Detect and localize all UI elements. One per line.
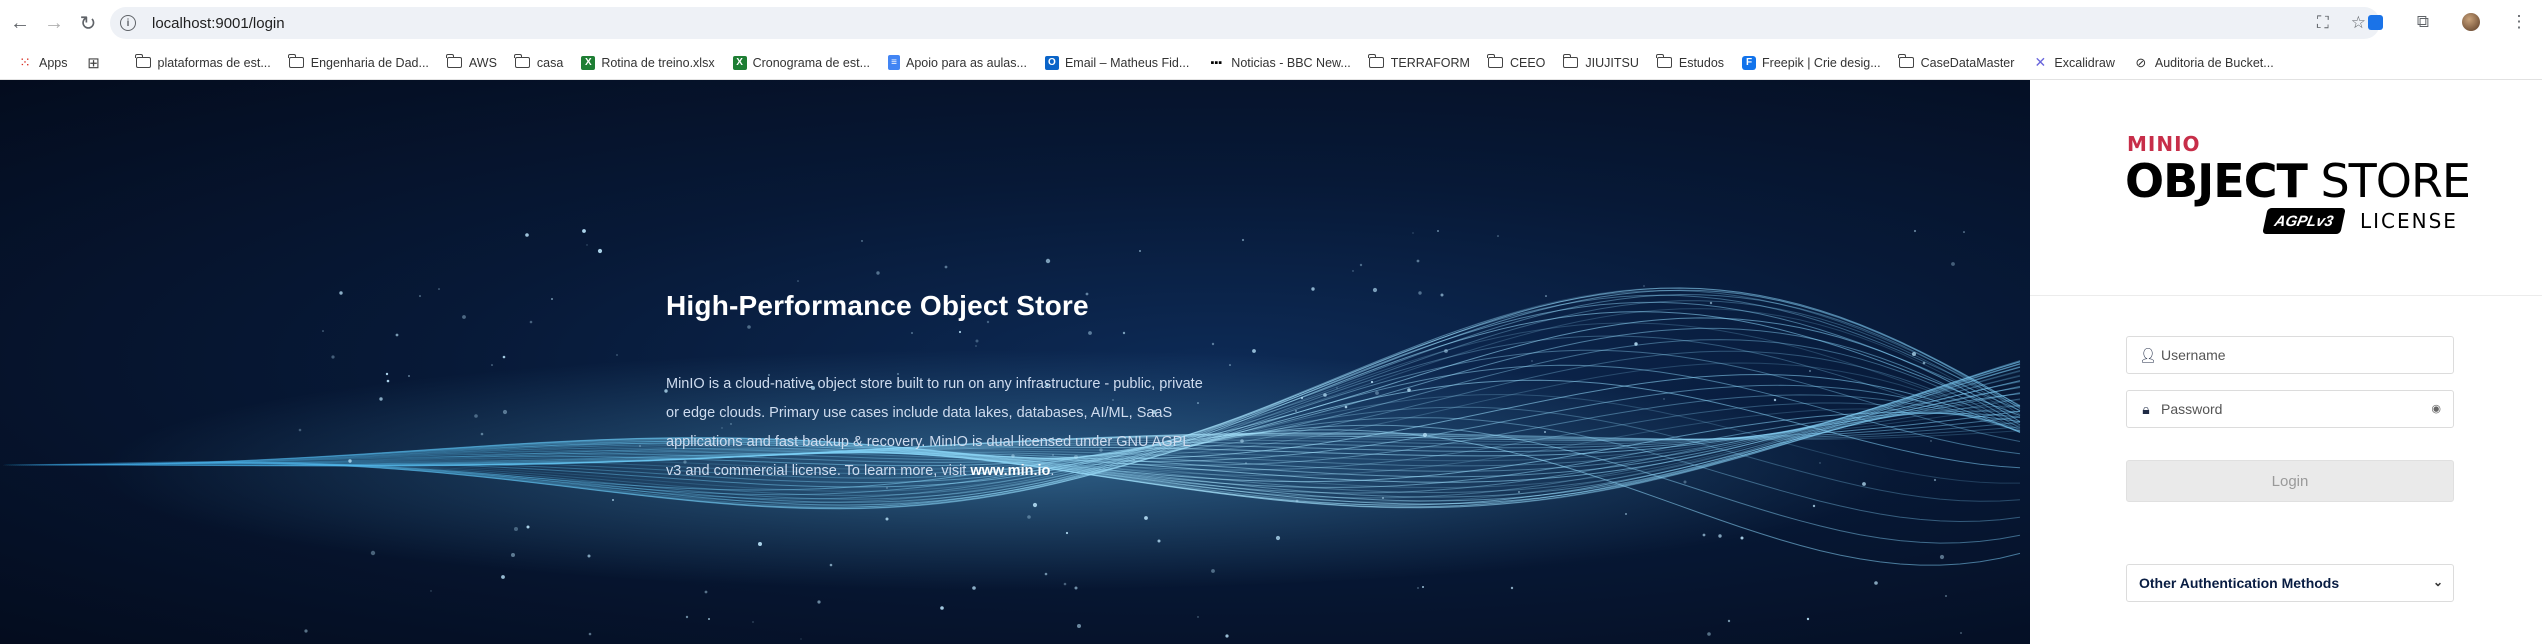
url-text[interactable]: localhost:9001/login — [152, 15, 285, 32]
browser-toolbar: ← → ↻ i localhost:9001/login ⛶ ☆ ⧉ ⋮ — [0, 0, 2542, 46]
minio-logo: MINIO — [2127, 132, 2201, 156]
excel-icon: X — [581, 55, 596, 70]
bookmark-label: Noticias - BBC New... — [1231, 55, 1351, 70]
bookmark-label: CEEO — [1509, 55, 1546, 70]
excalidraw-icon: ✕ — [2034, 54, 2047, 70]
bookmark-6[interactable]: X Rotina de treino.xlsx — [572, 50, 723, 76]
bookmark-16[interactable]: CaseDataMaster — [1890, 50, 2024, 76]
folder-icon — [135, 54, 151, 68]
bookmark-0[interactable]: ⁙ Apps — [8, 50, 77, 76]
bookmark-label: Apoio para as aulas... — [906, 55, 1027, 70]
bookmark-5[interactable]: casa — [506, 50, 572, 76]
bookmark-12[interactable]: CEEO — [1479, 50, 1554, 76]
store-word: STORE — [2306, 154, 2471, 208]
bookmark-label: Auditoria de Bucket... — [2154, 55, 2274, 70]
password-field[interactable]: 🔒︎ ◉ — [2126, 390, 2454, 428]
browser-menu-icon[interactable]: ⋮ — [2506, 9, 2532, 35]
bookmark-10[interactable]: ▪▪▪ Noticias - BBC New... — [1198, 50, 1359, 76]
bookmark-label: plataformas de est... — [157, 55, 271, 70]
bookmark-2[interactable]: plataformas de est... — [127, 50, 280, 76]
login-panel: MINIO OBJECT STORE AGPLv3 LICENSE 👤︎ 🔒︎ … — [2030, 80, 2542, 644]
lock-icon: 🔒︎ — [2142, 400, 2150, 417]
hero-body: MinIO is a cloud-native object store bui… — [666, 376, 1203, 479]
show-password-icon[interactable]: ◉ — [2431, 402, 2441, 415]
license-label: LICENSE — [2360, 209, 2458, 233]
bookmark-18[interactable]: ⊘ Auditoria de Bucket... — [2124, 50, 2283, 76]
bookmark-13[interactable]: JIUJITSU — [1554, 50, 1647, 76]
bookmark-11[interactable]: TERRAFORM — [1360, 50, 1479, 76]
site-info-icon[interactable]: i — [120, 15, 136, 31]
hero-description: MinIO is a cloud-native object store bui… — [666, 370, 1206, 486]
bookmark-4[interactable]: AWS — [438, 50, 506, 76]
other-auth-dropdown[interactable]: Other Authentication Methods ⌄ — [2126, 564, 2454, 602]
bookmark-15[interactable]: F Freepik | Crie desig... — [1733, 50, 1890, 76]
bookmark-label: Email – Matheus Fid... — [1064, 55, 1190, 70]
forward-icon[interactable]: → — [40, 9, 68, 37]
user-icon: 👤︎ — [2139, 346, 2157, 363]
bookmark-label: TERRAFORM — [1390, 55, 1470, 70]
bookmark-8[interactable]: ≡ Apoio para as aulas... — [879, 50, 1036, 76]
apps-grid-icon: ⁙ — [19, 54, 31, 70]
bookmark-label: casa — [536, 55, 564, 70]
login-button[interactable]: Login — [2126, 460, 2454, 502]
folder-icon — [1487, 54, 1503, 68]
bookmark-label: AWS — [468, 55, 497, 70]
bookmark-3[interactable]: Engenharia de Dad... — [280, 50, 438, 76]
bookmark-9[interactable]: O Email – Matheus Fid... — [1036, 50, 1198, 76]
bookmark-7[interactable]: X Cronograma de est... — [724, 50, 879, 76]
username-input[interactable] — [2161, 347, 2421, 363]
bookmark-14[interactable]: Estudos — [1648, 50, 1733, 76]
extension-badge-icon[interactable] — [2362, 9, 2388, 35]
outlook-icon: O — [1044, 55, 1059, 70]
excel-icon: X — [732, 55, 747, 70]
folder-icon — [288, 54, 304, 68]
object-store-heading: OBJECT STORE — [2125, 154, 2471, 208]
bookmark-label: Cronograma de est... — [752, 55, 871, 70]
chevron-down-icon: ⌄ — [2432, 575, 2443, 589]
object-word: OBJECT — [2125, 154, 2308, 208]
hero-banner: High-Performance Object Store MinIO is a… — [0, 80, 2030, 644]
bookmarks-bar: ⁙ Apps ⊞ plataformas de est... Engenharia de… — [0, 46, 2542, 80]
bookmark-label: Freepik | Crie desig... — [1762, 55, 1881, 70]
address-bar[interactable]: i localhost:9001/login ⛶ ☆ — [110, 7, 2380, 39]
bookmark-label: Apps — [39, 55, 68, 70]
translate-icon[interactable]: ⛶ — [2317, 13, 2329, 33]
folder-icon — [1898, 54, 1914, 68]
extensions-puzzle-icon[interactable]: ⧉ — [2410, 9, 2436, 35]
other-auth-label: Other Authentication Methods — [2139, 575, 2340, 591]
folder-icon — [1656, 54, 1672, 68]
bookmark-label: Rotina de treino.xlsx — [601, 55, 715, 70]
bookmark-1[interactable]: ⊞ — [77, 50, 117, 76]
folder-icon — [446, 54, 462, 68]
freepik-icon: F — [1742, 55, 1757, 70]
docs-icon: ≡ — [888, 55, 901, 70]
reload-icon[interactable]: ↻ — [74, 9, 102, 37]
bookmark-label: Excalidraw — [2054, 55, 2115, 70]
logo-area: MINIO OBJECT STORE AGPLv3 LICENSE — [2030, 80, 2542, 296]
tab-groups-icon: ⊞ — [87, 54, 100, 72]
bookmark-label: CaseDataMaster — [1920, 55, 2015, 70]
bbc-icon: ▪▪▪ — [1210, 56, 1223, 69]
password-input[interactable] — [2161, 401, 2421, 417]
bookmark-label: Engenharia de Dad... — [310, 55, 429, 70]
username-field[interactable]: 👤︎ — [2126, 336, 2454, 374]
audit-icon: ⊘ — [2135, 54, 2147, 70]
bookmark-label: Estudos — [1678, 55, 1725, 70]
folder-icon — [1562, 54, 1579, 68]
profile-avatar[interactable] — [2458, 9, 2484, 35]
minio-link[interactable]: www.min.io — [970, 463, 1050, 479]
agpl-badge: AGPLv3 — [2262, 208, 2346, 234]
bookmark-17[interactable]: ✕ Excalidraw — [2023, 50, 2123, 76]
back-icon[interactable]: ← — [6, 9, 34, 37]
folder-icon — [514, 54, 530, 68]
hero-end: . — [1050, 463, 1055, 479]
wave-art — [0, 229, 2021, 640]
folder-icon — [1368, 54, 1384, 68]
hero-title: High-Performance Object Store — [666, 290, 1089, 321]
bookmark-label: JIUJITSU — [1585, 55, 1639, 70]
